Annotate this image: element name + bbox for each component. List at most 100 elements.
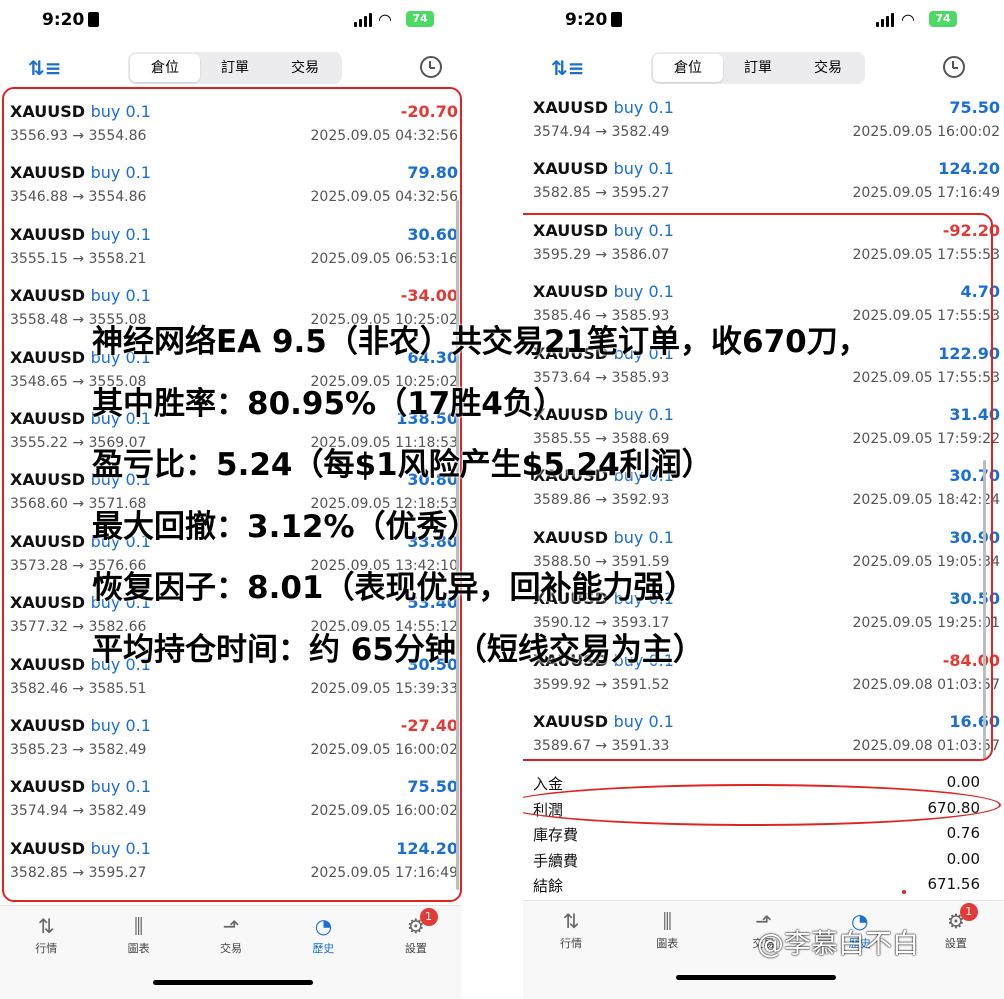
tab-positions[interactable]: 倉位 — [653, 54, 723, 82]
trade-row[interactable]: XAUUSD buy 0.1 75.50 3574.94 → 3582.49 2025… — [0, 765, 462, 826]
nav-item-4[interactable]: ⚙ 設置 1 — [908, 901, 1004, 999]
annotation-dot — [902, 890, 906, 894]
segmented-control: 倉位 訂單 交易 — [128, 52, 342, 84]
trade-time: 2025.09.05 17:55:53 — [852, 246, 1001, 263]
tab-deals[interactable]: 交易 — [793, 54, 863, 82]
trade-row[interactable]: XAUUSD buy 0.1 30.60 3555.15 → 3558.21 2025… — [0, 213, 462, 274]
scrollbar[interactable] — [983, 460, 986, 760]
trade-side: buy 0.1 — [90, 777, 151, 797]
sort-icon[interactable]: ⇅≡ — [551, 56, 585, 80]
trade-side: buy 0.1 — [90, 163, 151, 183]
segmented-control: 倉位 訂單 交易 — [651, 52, 865, 84]
trade-profit: -34.00 — [400, 286, 458, 306]
home-indicator — [153, 980, 313, 985]
trade-side: buy 0.1 — [90, 224, 151, 244]
caption-line: 神经网络EA 9.5（非农）共交易21笔订单，收670刀， — [92, 324, 869, 360]
trade-symbol: XAUUSD buy 0.1 — [10, 777, 151, 797]
status-bar: 9:20 ◠ 74 — [0, 0, 462, 40]
trade-row[interactable]: XAUUSD buy 0.1 -20.70 3556.93 → 3554.86 202… — [0, 90, 462, 151]
screenshot-root: 9:20 ◠ 74 ⇅≡ 倉位 訂單 交易 XAUUSD buy 0.1 -20.… — [0, 0, 1004, 999]
summary-label: 手續費 — [533, 851, 579, 870]
trade-prices: 3556.93 → 3554.86 — [10, 128, 147, 144]
trade-prices: 3582.46 → 3585.51 — [10, 680, 147, 697]
tab-orders[interactable]: 訂單 — [723, 54, 793, 82]
nav-label: 圖表 — [127, 942, 150, 955]
summary-row: 利潤 670.80 — [523, 796, 1004, 822]
nav-item-4[interactable]: ⚙ 設置 1 — [370, 906, 462, 999]
nav-label: 歷史 — [312, 942, 335, 955]
trade-row[interactable]: XAUUSD buy 0.1 124.20 3582.85 → 3595.27 202… — [523, 147, 1004, 208]
summary-value: 670.80 — [927, 798, 981, 817]
trade-profit: 16.60 — [949, 711, 1000, 731]
summary-value: 0.00 — [946, 849, 980, 868]
nav-item-0[interactable]: ⇅ 行情 — [0, 906, 92, 999]
trade-prices: 3595.29 → 3586.07 — [533, 246, 670, 263]
nav-item-1[interactable]: ⫼ 圖表 — [619, 901, 715, 999]
trade-symbol: XAUUSD buy 0.1 — [10, 715, 151, 735]
trade-side: buy 0.1 — [613, 282, 674, 302]
trade-side: buy 0.1 — [613, 159, 674, 179]
nav-label: 行情 — [560, 937, 583, 950]
tab-deals[interactable]: 交易 — [270, 54, 340, 82]
trade-icon: ⬏ — [222, 914, 240, 938]
watermark: @李慕白不白 — [757, 929, 919, 960]
summary-value: 0.00 — [946, 773, 980, 791]
signal-icon — [354, 13, 372, 27]
trade-profit: 79.80 — [407, 163, 458, 183]
trade-time: 2025.09.05 17:16:49 — [310, 864, 459, 881]
home-indicator — [676, 975, 836, 980]
trade-profit: -27.40 — [400, 715, 458, 735]
wifi-icon: ◠ — [378, 10, 392, 29]
chart-icon: ⫼ — [134, 914, 144, 938]
toolbar: ⇅≡ 倉位 訂單 交易 — [0, 48, 462, 88]
trade-profit: 122.90 — [938, 343, 1000, 363]
trade-profit: 75.50 — [949, 98, 1000, 117]
trade-prices: 3546.88 → 3554.86 — [10, 189, 147, 206]
summary-row: 庫存費 0.76 — [523, 821, 1004, 847]
trade-time: 2025.09.05 16:00:02 — [310, 741, 459, 758]
tab-orders[interactable]: 訂單 — [200, 54, 270, 82]
trade-time: 2025.09.08 01:03:57 — [852, 737, 1001, 754]
trade-side: buy 0.1 — [90, 838, 151, 858]
trade-symbol: XAUUSD buy 0.1 — [533, 711, 674, 731]
trade-row[interactable]: XAUUSD buy 0.1 75.50 3574.94 → 3582.49 2025… — [523, 86, 1004, 147]
tab-positions[interactable]: 倉位 — [130, 54, 200, 82]
trade-side: buy 0.1 — [613, 711, 674, 731]
nav-item-3[interactable]: ◔ 歷史 — [277, 906, 369, 999]
trade-symbol: XAUUSD buy 0.1 — [533, 220, 674, 240]
trade-row[interactable]: XAUUSD buy 0.1 -92.20 3595.29 → 3586.07 202… — [523, 209, 1004, 270]
sim-card-icon — [88, 12, 99, 27]
clock-icon[interactable] — [943, 56, 965, 78]
quotes-icon: ⇅ — [562, 909, 580, 933]
trade-side: buy 0.1 — [90, 715, 151, 735]
trade-row[interactable]: XAUUSD buy 0.1 79.80 3546.88 → 3554.86 2025… — [0, 151, 462, 212]
caption-line: 其中胜率：80.95%（17胜4负） — [92, 385, 565, 422]
nav-label: 圖表 — [656, 937, 679, 950]
settings-icon: ⚙ — [946, 909, 965, 933]
trade-prices: 3582.85 → 3595.27 — [10, 864, 147, 881]
trade-symbol: XAUUSD buy 0.1 — [10, 286, 151, 306]
history-icon: ◔ — [314, 914, 333, 938]
trade-profit: 124.20 — [396, 838, 458, 858]
trade-time: 2025.09.05 16:00:02 — [310, 803, 459, 820]
trade-side: buy 0.1 — [613, 98, 674, 117]
nav-item-0[interactable]: ⇅ 行情 — [523, 901, 619, 999]
trade-row[interactable]: XAUUSD buy 0.1 16.60 3589.67 → 3591.33 2025… — [523, 700, 1004, 761]
trade-time: 2025.09.05 04:32:56 — [310, 128, 459, 144]
trade-profit: 4.70 — [960, 282, 1000, 302]
sort-icon[interactable]: ⇅≡ — [28, 56, 62, 80]
trade-row[interactable]: XAUUSD buy 0.1 124.20 3582.85 → 3595.27 202… — [0, 827, 462, 888]
summary-label: 庫存費 — [533, 826, 579, 844]
trade-side: buy 0.1 — [613, 220, 674, 240]
nav-item-2[interactable]: ⬏ 交易 — [185, 906, 277, 999]
caption-line: 最大回撤：3.12%（优秀） — [92, 508, 479, 545]
summary-row: 手續費 0.00 — [523, 847, 1004, 873]
nav-item-1[interactable]: ⫼ 圖表 — [92, 906, 184, 999]
trade-prices: 3585.23 → 3582.49 — [10, 741, 147, 758]
trade-row[interactable]: XAUUSD buy 0.1 -27.40 3585.23 → 3582.49 202… — [0, 704, 462, 765]
trade-time: 2025.09.05 15:39:33 — [310, 680, 459, 697]
status-time: 9:20 — [565, 10, 608, 30]
nav-label: 交易 — [220, 942, 243, 955]
trade-profit: 30.70 — [949, 466, 1000, 486]
clock-icon[interactable] — [420, 56, 442, 78]
